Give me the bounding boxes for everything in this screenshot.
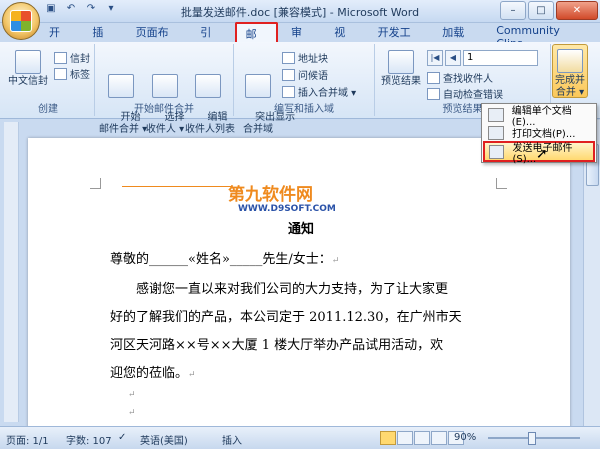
tab-community-clips[interactable]: Community Clips [487,22,596,50]
record-navigation: |◀ ◀ [427,50,461,66]
minimize-button[interactable]: – [500,1,526,20]
mouse-cursor-icon: ➚ [536,146,548,162]
tab-page-layout[interactable]: 页面布局 [127,22,188,55]
tab-references[interactable]: 引用 [191,22,230,55]
tab-addins[interactable]: 加载项 [433,22,483,55]
label-icon [54,67,67,80]
watermark-logo: 第九软件网 [228,185,313,205]
group-write-insert: 突出显示 合并域 地址块 问候语 插入合并域 ▾ 编写和插入域 [234,44,375,135]
preview-icon [388,50,414,74]
tab-view[interactable]: 视图 [325,22,364,55]
full-screen-icon[interactable] [397,431,413,445]
edit-recipients-button[interactable]: 编辑 收件人列表 [185,50,235,148]
close-button[interactable]: ✕ [556,1,598,20]
edit-list-icon [195,74,221,98]
paragraph-mark: ↵ [128,408,136,418]
status-bar: 页面: 1/1 字数: 107 ✓ 英语(美国) 插入 90% [0,426,600,449]
prev-record-icon[interactable]: ◀ [445,50,461,66]
margin-corner [90,178,101,189]
office-button[interactable] [2,2,40,40]
record-number-input[interactable]: 1 [463,50,538,66]
first-record-icon[interactable]: |◀ [427,50,443,66]
group-create: 中文信封 信封 标签 创建 [2,44,95,116]
finish-merge-icon [557,49,583,73]
menu-edit-individual[interactable]: 编辑单个文档(E)... [484,106,594,128]
tab-insert[interactable]: 插入 [83,22,122,55]
find-recipient-button[interactable]: 查找收件人 [427,70,493,85]
body-paragraph-line: 河区天河路××号××大厦 1 楼大厅举办产品试用活动，欢 [110,338,444,353]
insert-merge-field-button[interactable]: 插入合并域 ▾ [282,84,356,99]
labels-button[interactable]: 标签 [54,66,90,81]
language-indicator[interactable]: 英语(美国) [140,432,188,447]
body-paragraph-line: 好的了解我们的产品，本公司定于 2011.12.30，在广州市天 [110,310,462,325]
body-paragraph-line: 感谢您一直以来对我们公司的大力支持，为了让大家更 [136,282,449,297]
body-paragraph-line: 迎您的莅临。↵ [110,366,196,381]
envelope-icon [15,50,41,74]
zoom-level[interactable]: 90% [454,432,476,443]
highlight-fields-button[interactable]: 突出显示 合并域 [236,50,295,148]
view-buttons [380,431,464,445]
watermark-url: WWW.D9SOFT.COM [238,204,336,214]
spellcheck-icon[interactable]: ✓ [118,432,126,443]
tab-home[interactable]: 开始 [40,22,79,55]
check-errors-icon [427,87,440,100]
paragraph-mark: ↵ [128,390,136,400]
select-recipients-button[interactable]: 选择 收件人 ▾ [145,50,185,148]
tab-review[interactable]: 审阅 [282,22,321,55]
print-icon [488,125,504,140]
address-block-button[interactable]: 地址块 [282,50,328,65]
document-page[interactable]: 第九软件网 WWW.D9SOFT.COM 通知 尊敬的______«姓名»___… [28,138,570,430]
zoom-slider-knob[interactable] [528,432,536,445]
outline-icon[interactable] [431,431,447,445]
vertical-ruler [4,122,19,422]
word-count[interactable]: 字数: 107 [66,432,112,447]
greeting-line: 尊敬的______«姓名»_____先生/女士：↵ [110,252,340,267]
office-logo-icon [10,10,32,32]
finish-merge-button[interactable]: 完成并 合并 ▾ [552,44,588,98]
highlight-icon [245,74,271,98]
recipients-icon [152,74,178,98]
preview-results-button[interactable]: 预览结果 [379,50,423,88]
title-bar: ▣ ↶ ↷ ▾ 批量发送邮件.doc [兼容模式] - Microsoft Wo… [0,0,600,23]
greeting-icon [282,68,295,81]
ribbon-tabs: 开始 插入 页面布局 引用 邮件 审阅 视图 开发工具 加载项 Communit… [40,22,600,57]
insert-mode[interactable]: 插入 [222,432,242,447]
tab-developer[interactable]: 开发工具 [369,22,430,55]
mail-merge-icon [108,74,134,98]
merge-field-icon [282,85,295,98]
chinese-envelope-button[interactable]: 中文信封 [8,50,48,88]
header-line [122,186,232,187]
tab-mailings[interactable]: 邮件 [234,22,278,57]
margin-corner [496,178,507,189]
find-icon [427,71,440,84]
start-mail-merge-button[interactable]: 开始 邮件合并 ▾ [99,50,147,148]
edit-documents-icon [488,107,504,122]
email-icon [489,144,505,159]
address-icon [282,51,295,64]
group-start-merge: 开始 邮件合并 ▾ 选择 收件人 ▾ 编辑 收件人列表 开始邮件合并 [95,44,235,135]
auto-check-errors-button[interactable]: 自动检查错误 [427,86,503,101]
envelope-small-icon [54,51,67,64]
maximize-button[interactable]: □ [528,1,554,20]
print-layout-icon[interactable] [380,431,396,445]
greeting-line-button[interactable]: 问候语 [282,67,328,82]
envelopes-button[interactable]: 信封 [54,50,90,65]
web-layout-icon[interactable] [414,431,430,445]
notice-heading: 通知 [288,222,315,237]
page-count[interactable]: 页面: 1/1 [6,432,49,447]
vertical-scrollbar[interactable] [583,120,600,426]
